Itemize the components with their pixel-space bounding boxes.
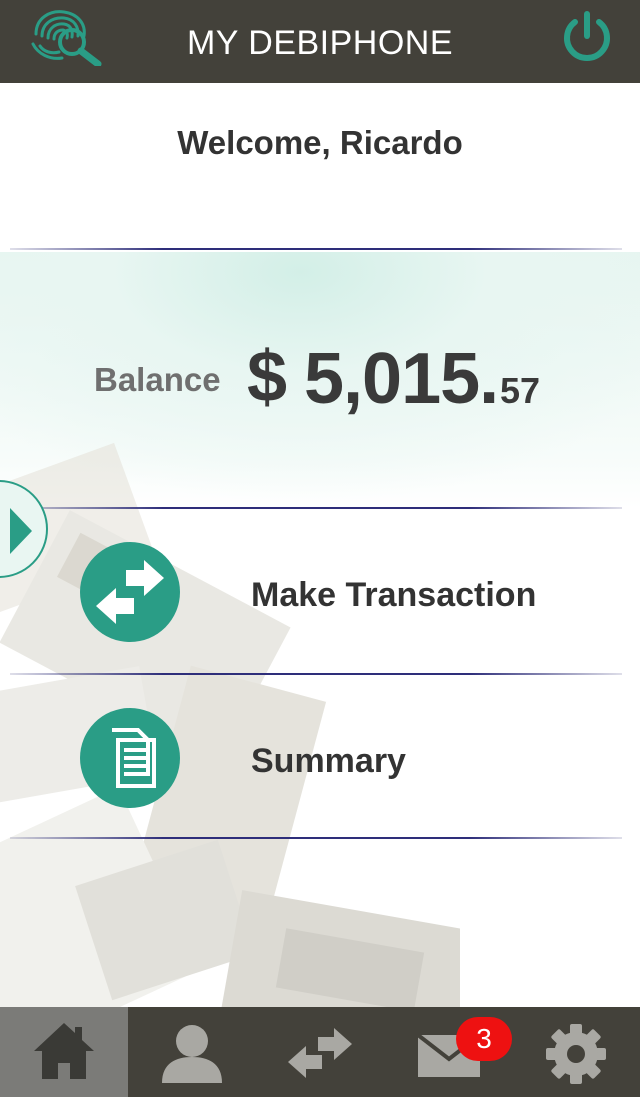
bottom-tab-bar xyxy=(0,1007,640,1097)
tab-profile[interactable] xyxy=(128,1007,256,1097)
transfer-arrows-icon xyxy=(80,542,180,642)
unread-messages-badge: 3 xyxy=(456,1017,512,1061)
make-transaction-button[interactable]: Make Transaction xyxy=(0,531,640,651)
divider xyxy=(10,248,622,250)
balance-currency-symbol: $ xyxy=(247,337,288,417)
transfer-arrows-icon xyxy=(288,1028,352,1078)
divider xyxy=(10,507,622,509)
summary-button[interactable]: Summary xyxy=(0,697,640,817)
documents-icon xyxy=(80,708,180,808)
home-icon xyxy=(34,1023,94,1079)
user-icon xyxy=(162,1025,222,1083)
make-transaction-label: Make Transaction xyxy=(251,576,537,614)
tab-settings[interactable] xyxy=(512,1007,640,1097)
tab-home[interactable] xyxy=(0,1007,128,1097)
tab-transfer[interactable] xyxy=(256,1007,384,1097)
top-bar: MY DEBIPHONE xyxy=(0,0,640,83)
divider xyxy=(10,673,622,675)
balance-label: Balance xyxy=(94,361,221,398)
divider xyxy=(10,837,622,839)
balance-cents: 57 xyxy=(500,370,541,411)
balance-amount: 5,015. xyxy=(304,339,499,419)
summary-label: Summary xyxy=(251,742,406,780)
power-icon[interactable] xyxy=(560,10,614,64)
gear-icon xyxy=(546,1024,606,1084)
welcome-message: Welcome, Ricardo xyxy=(177,124,463,161)
app-title: MY DEBIPHONE xyxy=(186,24,454,62)
